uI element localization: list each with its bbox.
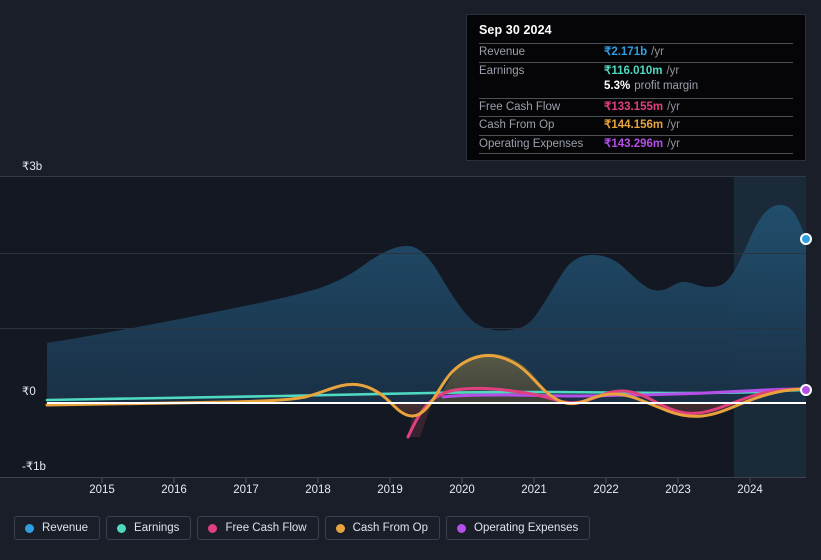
legend-dot-revenue-icon bbox=[25, 523, 34, 533]
x-axis-label-2017: 2017 bbox=[233, 484, 259, 496]
chart-tooltip: Sep 30 2024 Revenue ₹2.171b /yr Earnings… bbox=[466, 14, 806, 161]
x-axis-label-2023: 2023 bbox=[665, 484, 691, 496]
legend-item-cash-from-op[interactable]: Cash From Op bbox=[324, 516, 441, 540]
y-axis-label-3b: ₹3b bbox=[22, 161, 43, 173]
tooltip-bottom-divider bbox=[479, 153, 793, 154]
tooltip-row-revenue: Revenue ₹2.171b /yr bbox=[479, 43, 793, 62]
legend-item-earnings[interactable]: Earnings bbox=[106, 516, 192, 540]
chart-legend: Revenue Earnings Free Cash Flow Cash Fro… bbox=[14, 516, 591, 540]
tooltip-value-profit-margin: 5.3% bbox=[604, 80, 631, 92]
operating-expenses-endpoint-marker bbox=[800, 384, 812, 396]
legend-label-earnings: Earnings bbox=[134, 522, 180, 534]
tooltip-row-free-cash-flow: Free Cash Flow ₹133.155m /yr bbox=[479, 97, 793, 117]
x-axis-label-2022: 2022 bbox=[593, 484, 619, 496]
tooltip-unit-earnings: /yr bbox=[666, 64, 680, 77]
revenue-endpoint-marker bbox=[800, 233, 812, 245]
tooltip-label-earnings: Earnings bbox=[479, 64, 525, 77]
financial-chart: ₹3b ₹0 -₹1b 2015 2016 2017 2018 2019 202… bbox=[0, 0, 821, 560]
x-axis-label-2024: 2024 bbox=[737, 484, 763, 496]
legend-label-free-cash-flow: Free Cash Flow bbox=[225, 522, 307, 534]
x-axis-ticks bbox=[101, 478, 751, 483]
legend-label-revenue: Revenue bbox=[42, 522, 89, 534]
x-axis-label-2016: 2016 bbox=[161, 484, 187, 496]
legend-dot-earnings-icon bbox=[117, 523, 127, 533]
legend-item-operating-expenses[interactable]: Operating Expenses bbox=[446, 516, 591, 540]
tooltip-label-free-cash-flow: Free Cash Flow bbox=[479, 100, 561, 113]
y-axis-label-0: ₹0 bbox=[22, 386, 36, 398]
x-axis-label-2018: 2018 bbox=[305, 484, 331, 496]
legend-label-cash-from-op: Cash From Op bbox=[352, 522, 429, 534]
tooltip-row-operating-expenses: Operating Expenses ₹143.296m /yr bbox=[479, 134, 793, 154]
tooltip-label-operating-expenses: Operating Expenses bbox=[479, 137, 584, 150]
legend-item-free-cash-flow[interactable]: Free Cash Flow bbox=[197, 516, 319, 540]
x-axis-label-2015: 2015 bbox=[89, 484, 115, 496]
tooltip-row-cash-from-op: Cash From Op ₹144.156m /yr bbox=[479, 116, 793, 135]
tooltip-value-cash-from-op: ₹144.156m bbox=[604, 119, 664, 131]
legend-dot-free-cash-flow-icon bbox=[208, 523, 218, 533]
tooltip-text-profit-margin: profit margin bbox=[634, 80, 699, 92]
y-axis-label-neg1b: -₹1b bbox=[22, 461, 46, 473]
x-axis-label-2020: 2020 bbox=[449, 484, 475, 496]
tooltip-row-earnings: Earnings ₹116.010m /yr bbox=[479, 61, 793, 81]
tooltip-value-earnings: ₹116.010m bbox=[604, 64, 663, 77]
x-axis-label-2019: 2019 bbox=[377, 484, 403, 496]
tooltip-row-profit-margin: 5.3% profit margin bbox=[479, 80, 793, 98]
tooltip-label-revenue: Revenue bbox=[479, 46, 526, 58]
tooltip-unit-cash-from-op: /yr bbox=[667, 119, 680, 131]
tooltip-value-free-cash-flow: ₹133.155m bbox=[604, 100, 664, 113]
legend-label-operating-expenses: Operating Expenses bbox=[474, 522, 579, 534]
legend-dot-cash-from-op-icon bbox=[335, 523, 345, 533]
tooltip-unit-free-cash-flow: /yr bbox=[667, 100, 680, 113]
tooltip-unit-operating-expenses: /yr bbox=[667, 137, 680, 150]
legend-dot-operating-expenses-icon bbox=[457, 523, 467, 533]
tooltip-date: Sep 30 2024 bbox=[479, 23, 552, 37]
tooltip-label-cash-from-op: Cash From Op bbox=[479, 119, 555, 131]
tooltip-value-revenue: ₹2.171b bbox=[604, 46, 648, 58]
tooltip-unit-revenue: /yr bbox=[651, 46, 664, 58]
legend-item-revenue[interactable]: Revenue bbox=[14, 516, 101, 540]
tooltip-value-operating-expenses: ₹143.296m bbox=[604, 137, 664, 150]
x-axis-label-2021: 2021 bbox=[521, 484, 547, 496]
